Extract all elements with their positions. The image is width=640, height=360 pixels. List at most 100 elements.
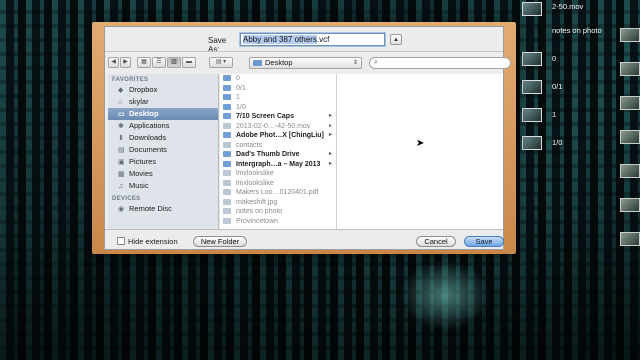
file-name: Intergraph…a – May 2013 xyxy=(236,160,321,168)
desktop-label[interactable]: 2-50.mov xyxy=(552,2,583,11)
folder-icon xyxy=(223,103,231,110)
file-list-item[interactable]: lmxlookslike xyxy=(220,169,336,179)
desktop-folder-icon[interactable] xyxy=(522,80,542,94)
location-popup[interactable]: Desktop ⇕ xyxy=(249,57,362,69)
file-list-item[interactable]: 1/0 xyxy=(220,103,336,113)
sidebar-item-applications[interactable]: ✱ Applications xyxy=(108,120,218,132)
file-name: lmxlookslike xyxy=(236,179,274,187)
sidebar-item-pictures[interactable]: ▣ Pictures xyxy=(108,156,218,168)
sidebar-item-label: Applications xyxy=(129,121,170,130)
file-name: lmxlookslike xyxy=(236,170,274,177)
file-list-item[interactable]: notes on photo xyxy=(220,207,336,217)
icon-view-button[interactable]: ▦ xyxy=(137,57,151,68)
music-icon: ♫ xyxy=(118,183,124,190)
sidebar-item-label: Desktop xyxy=(129,109,159,118)
cancel-button[interactable]: Cancel xyxy=(416,236,456,247)
new-folder-button[interactable]: New Folder xyxy=(193,236,247,247)
file-list-item[interactable]: contacts xyxy=(220,141,336,151)
file-list-item[interactable]: 0/1 xyxy=(220,84,336,94)
desktop-image-icon[interactable] xyxy=(620,28,640,42)
coverflow-view-button[interactable]: ▬ xyxy=(182,57,196,68)
sidebar-item-remote-disc[interactable]: ◉ Remote Disc xyxy=(108,203,218,215)
disclosure-arrow-icon: ▸ xyxy=(328,132,332,138)
desktop-image-icon[interactable] xyxy=(620,164,640,178)
desktop-label[interactable]: 0/1 xyxy=(552,82,562,91)
file-name: notes on photo xyxy=(236,208,283,215)
forward-arrow-icon: ▶ xyxy=(123,59,128,65)
list-view-button[interactable]: ☰ xyxy=(152,57,166,68)
filename-extension: .vcf xyxy=(316,35,330,44)
sidebar-item-label: Music xyxy=(129,181,149,190)
desktop-label[interactable]: 1 xyxy=(552,110,556,119)
file-list-item[interactable]: 2013-02-0…-42-50.mov ▸ xyxy=(220,122,336,132)
desktop-label[interactable]: notes on photo xyxy=(552,26,602,35)
folder-icon xyxy=(223,151,231,158)
desktop-image-icon[interactable] xyxy=(620,62,640,76)
desktop-label[interactable]: 1/0 xyxy=(552,138,562,147)
file-list-item[interactable]: Dad's Thumb Drive ▸ xyxy=(220,150,336,160)
desktop-label[interactable]: 0 xyxy=(552,54,556,63)
document-icon xyxy=(223,122,231,129)
sidebar: FAVORITES ◆ Dropbox ⌂ skylar ▭ Desktop ✱ App… xyxy=(108,74,219,229)
sidebar-item-movies[interactable]: ▦ Movies xyxy=(108,168,218,180)
file-list-item[interactable]: Intergraph…a – May 2013 ▸ xyxy=(220,160,336,170)
file-name: Dad's Thumb Drive xyxy=(236,151,300,158)
desktop-image-icon[interactable] xyxy=(620,198,640,212)
filename-selection: Abby and 387 others xyxy=(243,35,317,44)
desktop-image-icon[interactable] xyxy=(620,130,640,144)
sidebar-item-skylar[interactable]: ⌂ skylar xyxy=(108,96,218,108)
document-icon xyxy=(223,208,231,215)
desktop-folder-icon[interactable] xyxy=(522,52,542,66)
hide-extension-checkbox[interactable] xyxy=(117,237,125,245)
search-input[interactable] xyxy=(379,59,490,66)
folder-icon xyxy=(223,160,231,167)
sidebar-item-downloads[interactable]: ⬇ Downloads xyxy=(108,132,218,144)
arrange-button[interactable]: ▤ ▾ xyxy=(209,57,233,68)
desktop-image-icon[interactable] xyxy=(620,96,640,110)
back-button[interactable]: ◀ xyxy=(108,57,119,68)
file-name: Makers Loo…0120401.pdf xyxy=(236,189,319,196)
sidebar-item-dropbox[interactable]: ◆ Dropbox xyxy=(108,84,218,96)
file-name: 7/10 Screen Caps xyxy=(236,113,294,120)
file-name: 0/1 xyxy=(236,84,246,92)
sidebar-item-desktop[interactable]: ▭ Desktop xyxy=(108,108,218,120)
column-view-icon: ▥ xyxy=(171,59,177,65)
sidebar-item-label: skylar xyxy=(129,97,149,106)
back-arrow-icon: ◀ xyxy=(111,59,116,65)
wallpaper-light xyxy=(400,260,490,330)
file-name: 1/0 xyxy=(236,103,246,111)
forward-button[interactable]: ▶ xyxy=(120,57,131,68)
file-list-item[interactable]: makeshift.jpg xyxy=(220,198,336,208)
file-list-item[interactable]: Provincetown xyxy=(220,217,336,227)
file-list-item[interactable]: Adobe Phot…X [ChingLiu] ▸ xyxy=(220,131,336,141)
icon-view-icon: ▦ xyxy=(141,59,147,65)
file-list-column: 0 0/1 1 1/0 7/10 Screen Caps ▸ 2013-02-0…-42-5… xyxy=(220,74,337,229)
disc-icon: ◉ xyxy=(118,206,125,213)
file-list-item[interactable]: lmxlookslike xyxy=(220,179,336,189)
collapse-toggle-button[interactable]: ▲ xyxy=(390,34,402,45)
file-list-item[interactable]: 0 xyxy=(220,74,336,84)
sidebar-item-music[interactable]: ♫ Music xyxy=(108,180,218,192)
column-view-button[interactable]: ▥ xyxy=(167,57,181,68)
dialog-bottom-bar: Hide extension New Folder Cancel Save xyxy=(105,229,504,249)
file-list-item[interactable]: 7/10 Screen Caps ▸ xyxy=(220,112,336,122)
folder-icon xyxy=(253,60,262,67)
document-icon xyxy=(223,217,231,224)
filename-input[interactable]: Abby and 387 others.vcf xyxy=(240,33,385,46)
file-list-item[interactable]: Makers Loo…0120401.pdf xyxy=(220,188,336,198)
file-list-item[interactable]: 1 xyxy=(220,93,336,103)
folder-icon xyxy=(223,132,231,139)
file-name: 2013-02-0…-42-50.mov xyxy=(236,122,311,130)
desktop-folder-icon[interactable] xyxy=(522,136,542,150)
coverflow-view-icon: ▬ xyxy=(186,59,192,65)
desktop-folder-icon[interactable] xyxy=(522,108,542,122)
desktop-file-icon[interactable] xyxy=(522,2,542,16)
folder-icon xyxy=(223,113,231,120)
search-field[interactable]: ⌕ xyxy=(369,57,511,69)
sidebar-item-documents[interactable]: ▤ Documents xyxy=(108,144,218,156)
folder-icon xyxy=(223,84,231,91)
sidebar-header-devices: DEVICES xyxy=(112,196,141,202)
desktop-image-icon[interactable] xyxy=(620,232,640,246)
save-button[interactable]: Save xyxy=(464,236,504,247)
document-icon xyxy=(223,189,231,196)
